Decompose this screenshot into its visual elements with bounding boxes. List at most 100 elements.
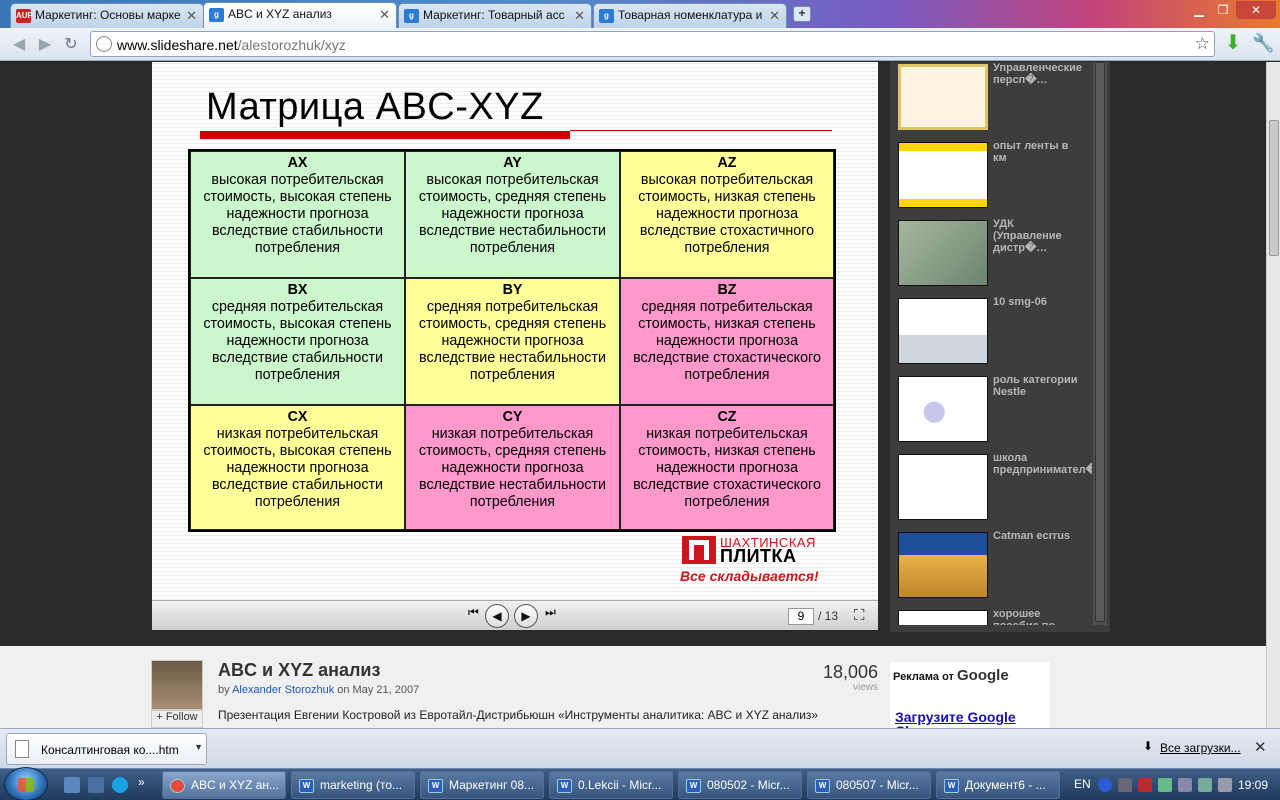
browser-tab-strip: AUP Маркетинг: Основы марке ✕ g ABC и XY…: [0, 0, 1280, 28]
bookmark-star-icon[interactable]: ☆: [1195, 34, 1210, 54]
google-ad-box: Реклама от Google Загрузите Google Chrom…: [890, 662, 1050, 728]
close-tab-icon[interactable]: ✕: [574, 8, 585, 24]
related-item[interactable]: опыт ленты в км: [898, 140, 1088, 218]
clock[interactable]: 19:09: [1238, 778, 1268, 792]
related-item[interactable]: хорошее пособие по: [898, 608, 1088, 625]
wrench-menu-icon[interactable]: 🔧: [1252, 32, 1274, 54]
google-favicon-icon: g: [599, 9, 614, 23]
start-button[interactable]: [4, 767, 48, 800]
first-slide-icon[interactable]: ⏮: [468, 605, 479, 620]
views-label: views: [852, 682, 878, 693]
related-title: хорошее пособие по: [993, 608, 1055, 625]
page-scrollbar[interactable]: [1266, 62, 1280, 728]
network-icon[interactable]: [1118, 778, 1132, 792]
tab-abc-xyz[interactable]: g ABC и XYZ анализ ✕: [203, 2, 397, 28]
presentation-info: + Follow ABC и XYZ анализ by Alexander S…: [0, 646, 1266, 728]
taskbar-item-word[interactable]: W Маркетинг 08...: [420, 771, 544, 799]
address-bar[interactable]: www.slideshare.net/alestorozhuk/xyz ☆: [90, 31, 1215, 57]
related-thumbnail: [898, 220, 988, 286]
tab-marketing-assortment[interactable]: g Маркетинг: Товарный асс ✕: [398, 3, 592, 28]
all-downloads-link[interactable]: Все загрузки...: [1160, 741, 1241, 755]
related-item[interactable]: УДК (Управление дистр�…: [898, 218, 1088, 296]
battery-icon[interactable]: [1158, 778, 1172, 792]
related-item[interactable]: 10 smg-06: [898, 296, 1088, 374]
related-thumbnail: [898, 610, 988, 625]
google-favicon-icon: g: [404, 9, 419, 23]
taskbar-item-word[interactable]: Wmarketing (то...: [291, 771, 415, 799]
taskbar-item-word[interactable]: W 0.Lekcii - Micr...: [549, 771, 673, 799]
download-arrow-icon[interactable]: ⬇: [1222, 32, 1244, 54]
presentation-description: Презентация Евгении Костровой из Евротай…: [218, 708, 819, 722]
related-list: Управленческие персп�… опыт ленты в км У…: [890, 62, 1092, 625]
url-path: /alestorozhuk/xyz: [237, 37, 346, 53]
page-number-input[interactable]: 9: [788, 608, 814, 625]
close-tab-icon[interactable]: ✕: [379, 7, 390, 23]
task-label: marketing (то...: [320, 778, 403, 792]
restore-window-button[interactable]: ❐: [1212, 1, 1234, 19]
tab-nomenclature[interactable]: g Товарная номенклатура и ✕: [593, 3, 787, 28]
show-desktop-icon[interactable]: [64, 777, 80, 793]
author-link[interactable]: Alexander Storozhuk: [232, 684, 334, 696]
tab-title: Маркетинг: Товарный асс: [423, 8, 565, 22]
close-tab-icon[interactable]: ✕: [769, 8, 780, 24]
forward-arrow-icon[interactable]: ▶: [34, 34, 56, 56]
sync-icon[interactable]: [1218, 778, 1232, 792]
presentation-title: ABC и XYZ анализ: [218, 660, 381, 680]
quicklaunch-more-icon[interactable]: »: [138, 775, 145, 789]
quicklaunch-window-icon[interactable]: [88, 777, 104, 793]
author-avatar[interactable]: [151, 660, 203, 710]
last-slide-icon[interactable]: ⏭: [545, 605, 556, 620]
task-label: 080502 - Micr...: [707, 778, 790, 792]
cell-code: BZ: [717, 282, 737, 298]
matrix-cell-cz: CZ низкая потребительская стоимость, низк…: [620, 405, 834, 530]
related-thumbnail: [898, 532, 988, 598]
related-item[interactable]: Catman ecrrus: [898, 530, 1088, 608]
logo-mark-icon: [682, 536, 716, 564]
back-arrow-icon[interactable]: ◀: [8, 34, 30, 56]
related-thumbnail: [898, 376, 988, 442]
taskbar-item-word[interactable]: W 080507 - Micr...: [807, 771, 931, 799]
tab-marketing-basics[interactable]: AUP Маркетинг: Основы марке ✕: [10, 3, 204, 28]
related-item[interactable]: роль категории Nestle: [898, 374, 1088, 452]
close-shelf-icon[interactable]: ✕: [1254, 738, 1267, 756]
matrix-cell-ax: AX высокая потребительская стоимость, выс…: [190, 151, 405, 278]
taskbar-item-word[interactable]: W Документ6 - ...: [936, 771, 1060, 799]
task-label: 080507 - Micr...: [836, 778, 919, 792]
cell-code: CZ: [717, 409, 737, 425]
language-indicator[interactable]: EN: [1074, 777, 1091, 791]
close-window-button[interactable]: ✕: [1236, 1, 1276, 19]
close-tab-icon[interactable]: ✕: [186, 8, 197, 24]
matrix-cell-ay: AY высокая потребительская стоимость, сре…: [405, 151, 620, 278]
taskbar-item-word[interactable]: W 080502 - Micr...: [678, 771, 802, 799]
new-tab-button[interactable]: +: [793, 6, 811, 22]
follow-button[interactable]: + Follow: [151, 710, 203, 728]
previous-slide-button[interactable]: ◀: [485, 604, 509, 628]
help-icon[interactable]: [1098, 778, 1112, 792]
related-scrollbar[interactable]: [1093, 62, 1107, 625]
reload-icon[interactable]: ↻: [60, 34, 82, 56]
task-label: Документ6 - ...: [965, 778, 1046, 792]
download-menu-chevron-icon[interactable]: ▼: [194, 742, 203, 752]
task-label: ABC и XYZ ан...: [191, 778, 280, 792]
windows-taskbar: » ABC и XYZ ан... Wmarketing (то... W Мар…: [0, 767, 1280, 800]
related-thumbnail: [898, 142, 988, 208]
matrix-cell-cy: CY низкая потребительская стоимость, сред…: [405, 405, 620, 530]
next-slide-button[interactable]: ▶: [514, 604, 538, 628]
related-item[interactable]: Управленческие персп�…: [898, 62, 1088, 140]
skype-icon[interactable]: [112, 777, 128, 793]
minimize-window-button[interactable]: ▁: [1188, 1, 1210, 19]
download-item[interactable]: Консалтинговая ко....htm ▼: [6, 733, 207, 765]
related-item[interactable]: школа предпринимател�…: [898, 452, 1092, 530]
matrix-cell-by: BY средняя потребительская стоимость, сре…: [405, 278, 620, 405]
ad-link[interactable]: Загрузите Google Chrome: [895, 710, 1050, 728]
volume-icon[interactable]: [1178, 778, 1192, 792]
cell-text: средняя потребительская стоимость, низка…: [633, 299, 821, 383]
page-scroll-thumb[interactable]: [1269, 120, 1279, 256]
fullscreen-icon[interactable]: ⛶: [854, 607, 865, 624]
cell-text: высокая потребительская стоимость, низка…: [638, 172, 816, 256]
antivirus-icon[interactable]: [1138, 778, 1152, 792]
display-icon[interactable]: [1198, 778, 1212, 792]
related-scroll-thumb[interactable]: [1095, 62, 1105, 622]
cell-text: высокая потребительская стоимость, средн…: [418, 172, 607, 256]
taskbar-item-chrome[interactable]: ABC и XYZ ан...: [162, 771, 286, 799]
